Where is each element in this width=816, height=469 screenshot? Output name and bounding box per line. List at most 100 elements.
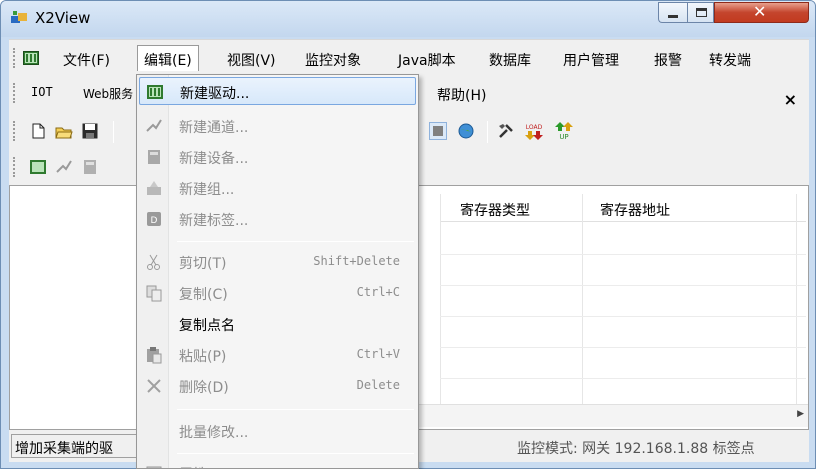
grid-row-line	[440, 378, 806, 379]
menu-item-label: 删除(D)	[179, 380, 229, 396]
channel-icon	[146, 119, 162, 132]
menu-view[interactable]: 视图(V)	[227, 50, 276, 70]
menu-item-label: 剪切(T)	[179, 256, 227, 272]
copy-icon	[146, 285, 162, 302]
menu-copy[interactable]: 复制(C) Ctrl+C	[139, 279, 416, 307]
menu-item-label: 粘贴(P)	[179, 349, 227, 365]
globe-icon[interactable]	[457, 122, 475, 140]
menu-batch-modify[interactable]: 批量修改...	[139, 417, 416, 445]
title-bar[interactable]: X2View ✕	[1, 1, 815, 37]
tools-icon[interactable]	[497, 122, 515, 140]
column-register-type[interactable]: 寄存器类型	[460, 200, 530, 220]
toolbar2-grip[interactable]	[13, 157, 16, 177]
menu-java-script[interactable]: Java脚本	[398, 50, 456, 70]
menu-new-driver[interactable]: 新建驱动...	[139, 77, 416, 105]
status-message: 增加采集端的驱	[11, 434, 138, 458]
up-icon[interactable]: UP	[553, 122, 575, 140]
menu-forwarding[interactable]: 转发端	[709, 50, 751, 70]
menu-file[interactable]: 文件(F)	[63, 50, 110, 70]
menu-separator	[177, 409, 414, 410]
menu-cut[interactable]: 剪切(T) Shift+Delete	[139, 248, 416, 276]
menu-help[interactable]: 帮助(H)	[437, 85, 486, 105]
grid-divider	[440, 194, 441, 404]
properties-icon	[146, 466, 162, 468]
svg-text:D: D	[151, 216, 158, 226]
menu-item-label: 复制(C)	[179, 287, 228, 303]
menu-paste[interactable]: 粘贴(P) Ctrl+V	[139, 341, 416, 369]
stop-icon[interactable]	[429, 122, 447, 140]
group-icon	[147, 181, 161, 195]
new-icon[interactable]	[29, 122, 47, 140]
menu-new-device[interactable]: 新建设备...	[139, 143, 416, 171]
menu-new-channel[interactable]: 新建通道...	[139, 112, 416, 140]
menu-iot[interactable]: IOT	[31, 85, 53, 99]
menu-edit[interactable]: 编辑(E)	[137, 45, 199, 71]
open-icon[interactable]	[55, 122, 73, 140]
toolbar-separator-2	[487, 121, 488, 143]
menu-item-label: 批量修改...	[179, 425, 249, 441]
grid-row-line	[440, 316, 806, 317]
grid-divider	[582, 194, 583, 404]
menu-database[interactable]: 数据库	[489, 50, 531, 70]
tree-pane[interactable]	[10, 186, 140, 429]
grid-row-line	[440, 285, 806, 286]
menu-item-label: 复制点名	[179, 318, 235, 334]
driver-toolbar-icon[interactable]	[29, 158, 47, 176]
minimize-button[interactable]	[658, 2, 687, 23]
menu-separator	[177, 241, 414, 242]
menu-new-tag[interactable]: D 新建标签...	[139, 205, 416, 233]
grid-divider	[796, 194, 797, 404]
channel-toolbar-icon[interactable]	[55, 158, 73, 176]
toolbar-grip[interactable]	[13, 121, 16, 141]
edit-menu-dropdown: 新建驱动... 新建通道... 新建设备... 新建组... D 新建标签...…	[136, 74, 419, 469]
menu-item-label: 新建组...	[179, 182, 235, 198]
menu-separator	[177, 453, 414, 454]
column-register-address[interactable]: 寄存器地址	[600, 200, 670, 220]
svg-text:UP: UP	[559, 133, 568, 140]
menu-item-shortcut: Shift+Delete	[313, 254, 400, 268]
minimize-icon	[668, 15, 678, 18]
menu-copy-point-name[interactable]: 复制点名	[139, 310, 416, 338]
menu-item-label: 属性	[179, 464, 207, 468]
menu-item-shortcut: Delete	[356, 378, 400, 392]
scroll-right-icon[interactable]: ▶	[797, 409, 804, 419]
menu-delete[interactable]: 删除(D) Delete	[139, 372, 416, 400]
close-icon: ✕	[753, 2, 767, 21]
grid-row-line	[440, 347, 806, 348]
menu-grip-2[interactable]	[13, 83, 16, 103]
save-icon[interactable]	[81, 122, 99, 140]
maximize-button[interactable]	[687, 2, 714, 23]
menu-properties[interactable]: 属性	[139, 459, 416, 468]
delete-icon	[147, 379, 161, 393]
menu-item-shortcut: Ctrl+C	[356, 285, 400, 299]
load-icon[interactable]: LOAD	[523, 122, 545, 140]
menu-web-service[interactable]: Web服务	[83, 85, 133, 102]
close-button[interactable]: ✕	[714, 2, 809, 23]
menu-new-group[interactable]: 新建组...	[139, 174, 416, 202]
cut-icon	[147, 254, 160, 270]
paste-icon	[147, 347, 162, 364]
grid-header: 寄存器类型 寄存器地址	[440, 194, 806, 222]
device-toolbar-icon[interactable]	[81, 158, 99, 176]
status-ip: 192.168.1.88	[614, 441, 709, 457]
maximize-icon	[696, 8, 707, 17]
menu-item-label: 新建驱动...	[180, 86, 250, 102]
menu-alarm[interactable]: 报警	[654, 50, 682, 70]
status-tags: 标签点	[712, 441, 755, 457]
menu-bar: 文件(F) 编辑(E) 视图(V) 监控对象 Java脚本 数据库 用户管理 报…	[9, 39, 809, 75]
menu-grip[interactable]	[13, 48, 16, 68]
status-mode: 监控模式: 网关	[517, 441, 611, 457]
menu-item-label: 新建设备...	[179, 151, 249, 167]
device-icon	[148, 150, 160, 164]
svg-text:LOAD: LOAD	[526, 124, 543, 131]
mdi-close-icon[interactable]: ×	[784, 90, 797, 109]
tag-icon: D	[147, 212, 161, 226]
status-info: 监控模式: 网关 192.168.1.88 标签点	[517, 438, 755, 458]
mdi-document-icon[interactable]	[23, 51, 39, 65]
grid-row-line	[440, 254, 806, 255]
driver-icon	[147, 85, 163, 99]
menu-item-shortcut: Ctrl+V	[356, 347, 400, 361]
menu-monitor-objects[interactable]: 监控对象	[305, 50, 361, 70]
menu-item-label: 新建标签...	[179, 213, 249, 229]
menu-user-management[interactable]: 用户管理	[563, 50, 619, 70]
